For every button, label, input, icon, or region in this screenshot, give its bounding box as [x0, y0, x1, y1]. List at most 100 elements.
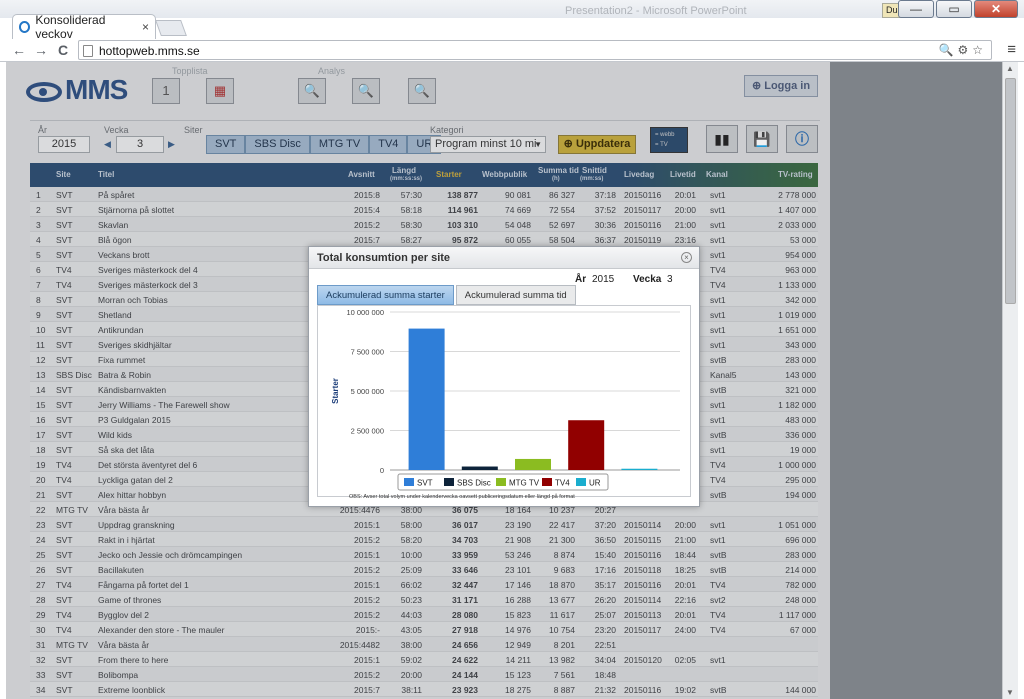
analysis-search-icon[interactable]: 🔍 [298, 78, 326, 104]
col-livetid[interactable]: Livetid [670, 170, 696, 179]
table-row[interactable]: 23 SVT Uppdrag granskning 2015:1 58:00 36 017… [30, 517, 818, 532]
login-button[interactable]: ⊕ Logga in [744, 75, 818, 97]
table-row[interactable]: 34 SVT Extreme loonblick 2015:7 38:11 23 923 1… [30, 682, 818, 697]
cell-titel: Batra & Robin [98, 370, 151, 380]
dialog-header: Total konsumtion per site × [309, 247, 699, 269]
info-icon[interactable]: ⓘ [786, 125, 818, 153]
site-mtg-tv-button[interactable]: MTG TV [309, 135, 370, 154]
cell-kanal: svt1 [710, 235, 726, 245]
cell-livedag: 20150116 [624, 220, 662, 230]
bar-svt[interactable] [408, 328, 445, 470]
cell-starter: 23 923 [452, 685, 478, 695]
cell-tv: 343 000 [785, 340, 816, 350]
analysis-tv-search-icon[interactable]: 🔍 [352, 78, 380, 104]
bar-sbs-disc[interactable] [461, 466, 498, 470]
dialog-close-icon[interactable]: × [681, 252, 692, 263]
tab-close-icon[interactable]: × [142, 20, 149, 34]
year-field[interactable]: 2015 [38, 136, 90, 153]
analysis-program-search-icon[interactable]: 🔍 [408, 78, 436, 104]
cell-avsnitt: 2015:- [355, 625, 380, 635]
browser-tab[interactable]: Konsoliderad veckov × [12, 13, 156, 41]
table-row[interactable]: 29 TV4 Bygglov del 2 2015:2 44:03 28 080 15 82… [30, 607, 818, 622]
site-sbs-disc-button[interactable]: SBS Disc [245, 135, 310, 154]
col-langd[interactable]: Längd [392, 166, 416, 175]
col-snittid[interactable]: Snittid [582, 166, 607, 175]
bar-tv4[interactable] [568, 420, 605, 470]
col-starter[interactable]: Starter [436, 170, 462, 179]
cell-webb: 18 275 [505, 685, 531, 695]
cell-tv: 1 182 000 [778, 400, 816, 410]
scroll-thumb[interactable] [1005, 78, 1016, 304]
update-button[interactable]: ⊕ Uppdatera [558, 135, 636, 154]
cell-n: 12 [36, 355, 46, 365]
new-tab-button[interactable] [155, 20, 187, 36]
cell-langd: 66:02 [400, 580, 422, 590]
zoom-icon[interactable]: 🔍 [939, 43, 958, 57]
col-summa-tid-sub: (h) [552, 176, 560, 182]
reload-icon[interactable]: C [58, 42, 68, 58]
tab-ackumulerad-tid[interactable]: Ackumulerad summa tid [455, 285, 576, 305]
site-svt-button[interactable]: SVT [206, 135, 246, 154]
save-icon[interactable]: 💾 [746, 125, 778, 153]
table-row[interactable]: 1 SVT På spåret 2015:8 57:30 138 877 90 081 86 … [30, 187, 818, 202]
url-text[interactable]: hottopweb.mms.se [99, 44, 200, 58]
minimize-button[interactable]: — [898, 0, 934, 18]
week-next-icon[interactable]: ▶ [168, 139, 175, 150]
col-kanal[interactable]: Kanal [706, 170, 728, 179]
cell-langd: 58:27 [400, 235, 422, 245]
back-icon[interactable]: ← [12, 42, 26, 58]
cell-tv: 696 000 [785, 535, 816, 545]
cell-livedag: 20150116 [624, 685, 662, 695]
category-select[interactable]: Program minst 10 mi ▼ [430, 136, 546, 153]
cell-summa: 86 327 [549, 190, 575, 200]
vertical-scrollbar[interactable]: ▲ ▼ [1002, 62, 1018, 699]
col-tvrating[interactable]: TV-rating [778, 170, 813, 179]
table-row[interactable]: 25 SVT Jecko och Jessie och drömcampingen 2… [30, 547, 818, 562]
col-summa-tid[interactable]: Summa tid [538, 166, 579, 175]
calendar-day-icon[interactable]: 1 [152, 78, 180, 104]
calendar-week-icon[interactable]: ▦ [206, 78, 234, 104]
col-titel[interactable]: Titel [98, 170, 114, 179]
table-row[interactable]: 33 SVT Bolibompa 2015:2 20:00 24 144 15 123 7 5… [30, 667, 818, 682]
table-row[interactable]: 3 SVT Skavlan 2015:2 58:30 103 310 54 048 52 69… [30, 217, 818, 232]
browser-menu-icon[interactable]: ≡ [1007, 41, 1016, 58]
cell-tv: 194 000 [785, 490, 816, 500]
col-livedag[interactable]: Livedag [624, 170, 654, 179]
table-row[interactable]: 2 SVT Stjärnorna på slottet 2015:4 58:18 114 … [30, 202, 818, 217]
bookmark-star-icon[interactable]: ☆ [972, 43, 987, 57]
scroll-up-icon[interactable]: ▲ [1006, 64, 1014, 73]
bar-mtg-tv[interactable] [515, 458, 551, 470]
cell-n: 6 [36, 265, 41, 275]
webb-tv-legend: = webb = TV [650, 127, 688, 153]
site-tv4-button[interactable]: TV4 [369, 135, 408, 154]
col-site[interactable]: Site [56, 170, 71, 179]
cell-titel: Blå ögon [98, 235, 132, 245]
scroll-down-icon[interactable]: ▼ [1006, 688, 1014, 697]
table-row[interactable]: 31 MTG TV Våra bästa år 2015:4482 38:00 24 65… [30, 637, 818, 652]
week-prev-icon[interactable]: ◀ [104, 139, 111, 150]
address-bar[interactable]: hottopweb.mms.se 🔍⚙☆ [78, 40, 992, 60]
table-row[interactable]: 27 TV4 Fångarna på fortet del 1 2015:1 66:02… [30, 577, 818, 592]
tab-ackumulerad-starter[interactable]: Ackumulerad summa starter [317, 285, 454, 305]
mms-logo[interactable]: MMS [26, 74, 128, 106]
table-row[interactable]: 4 SVT Blå ögon 2015:7 58:27 95 872 60 055 58 50… [30, 232, 818, 247]
table-row[interactable]: 26 SVT Bacillakuten 2015:2 25:09 33 646 23 101… [30, 562, 818, 577]
chart-icon[interactable]: ▮▮ [706, 125, 738, 153]
cell-livetid: 20:01 [674, 580, 696, 590]
col-webbpublik[interactable]: Webbpublik [482, 170, 527, 179]
maximize-button[interactable]: ▭ [936, 0, 972, 18]
col-avsnitt[interactable]: Avsnitt [348, 170, 375, 179]
cell-kanal: svtB [710, 550, 727, 560]
table-row[interactable]: 24 SVT Rakt in i hjärtat 2015:2 58:20 34 703 2… [30, 532, 818, 547]
table-row[interactable]: 32 SVT From there to here 2015:1 59:02 24 622… [30, 652, 818, 667]
week-field[interactable]: 3 [116, 136, 164, 153]
cell-starter: 33 959 [452, 550, 478, 560]
table-row[interactable]: 28 SVT Game of thrones 2015:2 50:23 31 171 16 … [30, 592, 818, 607]
close-window-button[interactable]: ✕ [974, 0, 1018, 18]
extension-icon[interactable]: ⚙ [957, 43, 972, 57]
table-row[interactable]: 30 TV4 Alexander den store - The mauler 201… [30, 622, 818, 637]
cell-n: 34 [36, 685, 46, 695]
bar-ur[interactable] [621, 468, 658, 470]
forward-icon[interactable]: → [34, 42, 48, 58]
cell-snitt: 37:52 [594, 205, 616, 215]
